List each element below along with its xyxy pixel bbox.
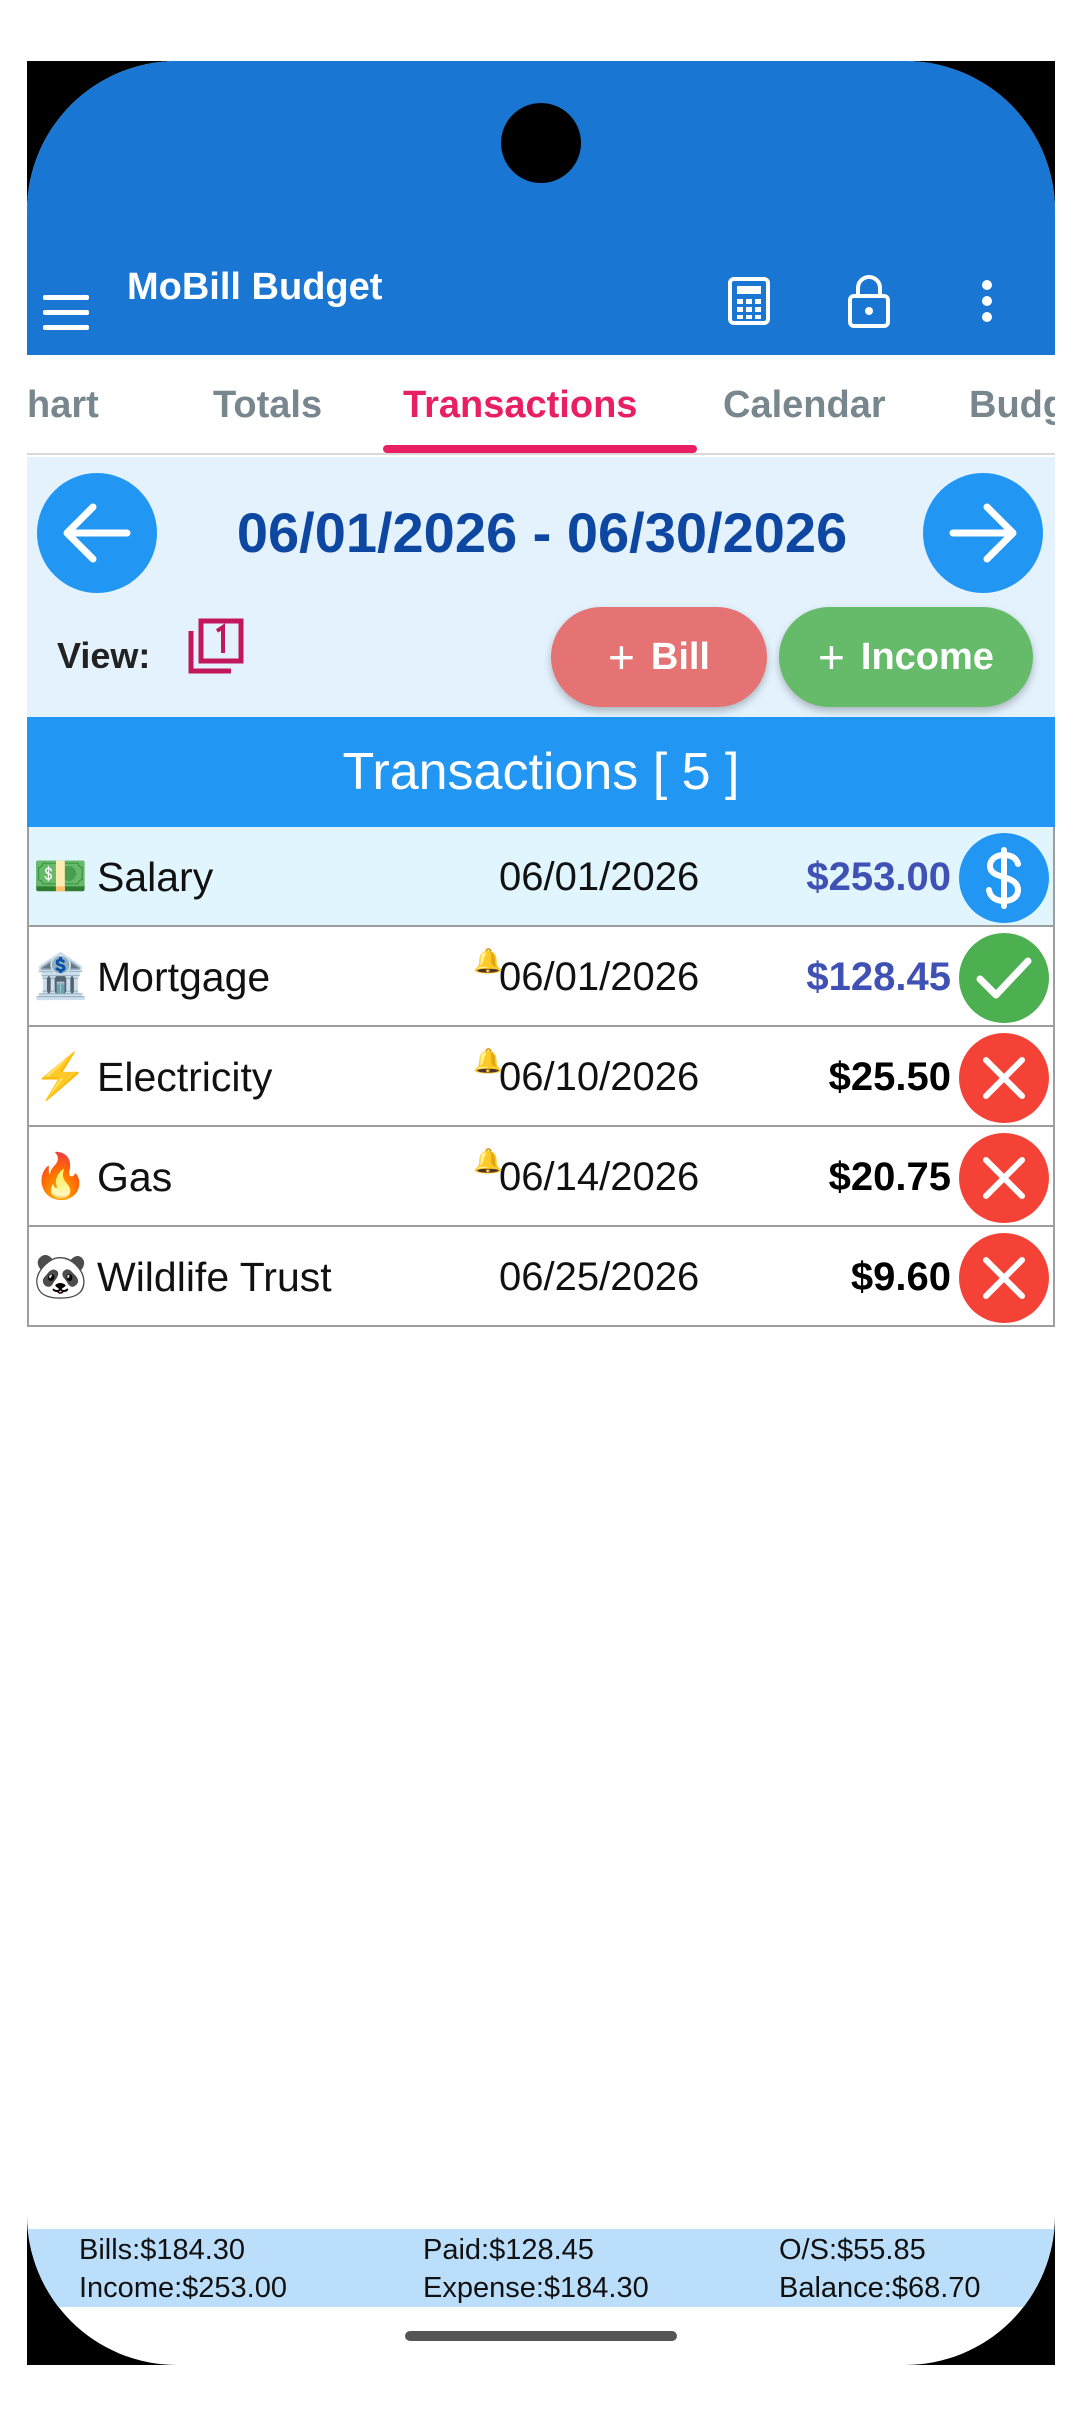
tab-indicator — [383, 445, 697, 453]
tab-budget[interactable]: Budg — [969, 355, 1055, 453]
home-indicator[interactable] — [405, 2331, 677, 2341]
transactions-header: Transactions [ 5 ] — [27, 717, 1055, 827]
tab-chart[interactable]: hart — [27, 355, 99, 453]
transaction-name: Salary — [97, 854, 214, 900]
close-status-button[interactable] — [959, 1233, 1049, 1323]
summary-balance: Balance:$68.70 — [779, 2272, 981, 2304]
dollar-icon — [976, 846, 1032, 910]
transactions-list: 💵 Salary 06/01/2026 $253.00 🏦 Mortgage 🔔 06/01/… — [27, 827, 1055, 1327]
camera-cutout — [501, 103, 581, 183]
check-status-button[interactable] — [959, 933, 1049, 1023]
transaction-date: 06/25/2026 — [499, 1255, 700, 1299]
plus-icon: + — [608, 631, 635, 683]
tab-transactions[interactable]: Transactions — [403, 355, 637, 453]
summary-outstanding: O/S:$55.85 — [779, 2234, 926, 2266]
transaction-amount: $128.45 — [806, 955, 951, 999]
tab-totals[interactable]: Totals — [213, 355, 322, 453]
add-income-label: Income — [860, 635, 994, 678]
app-bar: MoBill Budget — [27, 61, 1055, 355]
transaction-name: Wildlife Trust — [97, 1254, 332, 1300]
category-icon: 🏦 — [33, 952, 88, 1001]
arrow-right-icon — [949, 503, 1017, 563]
category-icon: 💵 — [33, 852, 88, 901]
transaction-date: 06/14/2026 — [499, 1155, 700, 1199]
app-title: MoBill Budget — [127, 266, 383, 308]
close-icon — [978, 1052, 1030, 1104]
check-icon — [974, 953, 1034, 1003]
calculator-icon[interactable] — [719, 271, 779, 331]
transaction-amount: $9.60 — [850, 1255, 951, 1299]
arrow-left-icon — [63, 503, 131, 563]
view-label: View: — [57, 635, 151, 676]
date-range[interactable]: 06/01/2026 - 06/30/2026 — [167, 493, 917, 573]
transaction-amount: $25.50 — [828, 1055, 951, 1099]
summary-bar: Bills:$184.30 Paid:$128.45 O/S:$55.85 In… — [27, 2229, 1055, 2307]
transaction-name: Electricity — [97, 1054, 273, 1100]
more-vert-icon[interactable] — [957, 271, 1017, 331]
previous-period-button[interactable] — [37, 473, 157, 593]
menu-icon[interactable] — [43, 295, 91, 331]
next-period-button[interactable] — [923, 473, 1043, 593]
add-income-button[interactable]: + Income — [779, 607, 1033, 707]
transaction-name: Mortgage — [97, 954, 271, 1000]
add-bill-label: Bill — [650, 635, 710, 678]
tab-bar: hart Totals Transactions Calendar Budg — [27, 355, 1055, 455]
date-navigation: 06/01/2026 - 06/30/2026 View: + Bill + I… — [27, 457, 1055, 717]
dollar-status-button[interactable] — [959, 833, 1049, 923]
transaction-date: 06/10/2026 — [499, 1055, 700, 1099]
close-status-button[interactable] — [959, 1133, 1049, 1223]
add-bill-button[interactable]: + Bill — [551, 607, 767, 707]
view-filter-one-icon[interactable] — [185, 615, 247, 677]
transaction-row[interactable]: 🐼 Wildlife Trust 06/25/2026 $9.60 — [27, 1227, 1055, 1327]
transaction-row[interactable]: 🔥 Gas 🔔 06/14/2026 $20.75 — [27, 1127, 1055, 1227]
close-icon — [978, 1252, 1030, 1304]
transaction-date: 06/01/2026 — [499, 855, 700, 899]
summary-income: Income:$253.00 — [79, 2272, 287, 2304]
phone-screen: MoBill Budget hart Totals Transactions C… — [27, 61, 1055, 2365]
plus-icon: + — [818, 631, 845, 683]
category-icon: ⚡ — [33, 1052, 88, 1101]
close-icon — [978, 1152, 1030, 1204]
category-icon: 🐼 — [33, 1252, 88, 1301]
transaction-amount: $253.00 — [806, 855, 951, 899]
transaction-row[interactable]: 🏦 Mortgage 🔔 06/01/2026 $128.45 — [27, 927, 1055, 1027]
tab-calendar[interactable]: Calendar — [723, 355, 886, 453]
lock-icon[interactable] — [839, 271, 899, 331]
transaction-date: 06/01/2026 — [499, 955, 700, 999]
transaction-amount: $20.75 — [828, 1155, 951, 1199]
transaction-row[interactable]: ⚡ Electricity 🔔 06/10/2026 $25.50 — [27, 1027, 1055, 1127]
close-status-button[interactable] — [959, 1033, 1049, 1123]
category-icon: 🔥 — [33, 1152, 88, 1201]
transaction-name: Gas — [97, 1154, 173, 1200]
summary-paid: Paid:$128.45 — [423, 2234, 594, 2266]
summary-bills: Bills:$184.30 — [79, 2234, 246, 2266]
transaction-row[interactable]: 💵 Salary 06/01/2026 $253.00 — [27, 827, 1055, 927]
summary-expense: Expense:$184.30 — [423, 2272, 649, 2304]
